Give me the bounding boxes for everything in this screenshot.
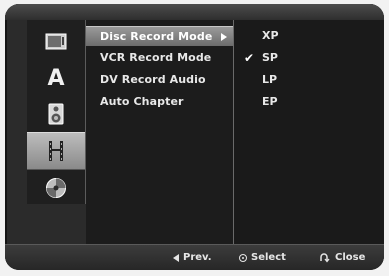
disc-icon[interactable] [27,170,85,206]
menu-item-label: Auto Chapter [100,95,184,108]
language-a-glyph: A [47,65,65,91]
menu-item-label: DV Record Audio [100,73,206,86]
option-lp[interactable]: LP [234,70,384,90]
record-mode-options: XP ✔ SP LP EP [234,20,384,244]
record-settings-menu: Disc Record Mode VCR Record Mode DV Reco… [86,20,234,244]
top-bar [5,4,384,20]
option-label: LP [262,73,278,86]
enter-button-icon [239,254,247,262]
prev-hint[interactable]: Prev. [173,250,212,266]
checkmark-icon: ✔ [244,51,255,65]
language-a-icon[interactable]: A [27,60,85,96]
option-label: SP [262,51,278,64]
menu-item-vcr-record-mode[interactable]: VCR Record Mode [86,48,233,68]
option-label: EP [262,95,278,108]
select-label: Select [251,252,286,263]
tv-screen-icon[interactable] [27,24,85,60]
close-hint[interactable]: Close [319,250,365,266]
return-icon [320,253,330,263]
option-xp[interactable]: XP [234,26,384,46]
close-label: Close [335,252,366,263]
submenu-arrow-icon [221,33,227,41]
menu-item-label: VCR Record Mode [100,51,212,64]
film-icon[interactable] [27,132,85,170]
osd-menu-screen: A Disc Record Mode VCR Record Mode DV Re… [5,4,384,270]
select-hint[interactable]: Select [239,250,286,266]
category-sidebar: A [27,20,86,204]
menu-item-label: Disc Record Mode [100,30,213,43]
prev-label: Prev. [183,252,212,263]
menu-item-disc-record-mode[interactable]: Disc Record Mode [86,26,233,46]
menu-item-dv-record-audio[interactable]: DV Record Audio [86,70,233,90]
speaker-icon[interactable] [27,96,85,132]
option-ep[interactable]: EP [234,92,384,112]
option-sp[interactable]: ✔ SP [234,48,384,68]
left-arrow-icon [173,254,179,262]
menu-item-auto-chapter[interactable]: Auto Chapter [86,92,233,112]
option-label: XP [262,29,279,42]
